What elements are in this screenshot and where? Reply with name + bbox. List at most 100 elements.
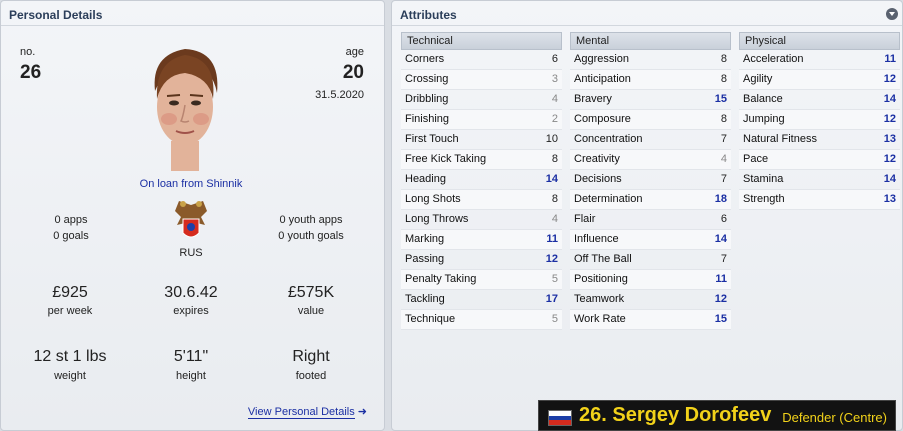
attribute-name: Passing [405, 253, 445, 265]
attribute-value: 18 [714, 193, 727, 205]
attribute-value: 4 [720, 153, 727, 165]
attribute-row[interactable]: Corners 6 [401, 50, 562, 70]
attribute-value: 14 [883, 173, 896, 185]
attribute-name: Free Kick Taking [405, 153, 487, 165]
contract-expiry-value: 30.6.42 [164, 284, 218, 301]
attribute-name: Long Throws [405, 213, 469, 225]
attribute-row[interactable]: Work Rate 15 [570, 310, 731, 330]
attribute-name: Marking [405, 233, 445, 245]
attribute-row[interactable]: Long Throws 4 [401, 210, 562, 230]
attribute-name: Stamina [743, 173, 784, 185]
attribute-row[interactable]: Determination 18 [570, 190, 731, 210]
apps-value: 0 apps [54, 214, 88, 226]
attribute-row[interactable]: Positioning 11 [570, 270, 731, 290]
attribute-name: Pace [743, 153, 769, 165]
height-label: height [176, 370, 206, 382]
attribute-name: Influence [574, 233, 619, 245]
attribute-row[interactable]: Marking 11 [401, 230, 562, 250]
attribute-name: Off The Ball [574, 253, 632, 265]
attribute-row[interactable]: Bravery 15 [570, 90, 731, 110]
attribute-name: Teamwork [574, 293, 625, 305]
attribute-name: Concentration [574, 133, 643, 145]
attribute-row[interactable]: Jumping 12 [739, 110, 900, 130]
weight-label: weight [54, 370, 86, 382]
attribute-row[interactable]: Penalty Taking 5 [401, 270, 562, 290]
attribute-value: 4 [551, 213, 558, 225]
attribute-name: Tackling [405, 293, 445, 305]
attribute-row[interactable]: Crossing 3 [401, 70, 562, 90]
attribute-row[interactable]: Dribbling 4 [401, 90, 562, 110]
attribute-row[interactable]: Strength 13 [739, 190, 900, 210]
collapse-menu-icon[interactable] [886, 8, 898, 20]
view-personal-details-label[interactable]: View Personal Details [247, 406, 355, 419]
attribute-row[interactable]: Concentration 7 [570, 130, 731, 150]
nation-code: RUS [179, 247, 203, 259]
attribute-row[interactable]: Heading 14 [401, 170, 562, 190]
attribute-row[interactable]: Balance 14 [739, 90, 900, 110]
attribute-row[interactable]: Anticipation 8 [570, 70, 731, 90]
attribute-row[interactable]: Free Kick Taking 8 [401, 150, 562, 170]
personal-details-panel: Personal Details no. 26 age 20 31.5.2020… [0, 0, 385, 431]
player-position: Defender (Centre) [782, 410, 887, 425]
attribute-row[interactable]: Passing 12 [401, 250, 562, 270]
attribute-row[interactable]: Long Shots 8 [401, 190, 562, 210]
attribute-row[interactable]: Acceleration 11 [739, 50, 900, 70]
attribute-row[interactable]: Natural Fitness 13 [739, 130, 900, 150]
loan-club-link[interactable]: On loan from Shinnik [140, 178, 243, 190]
attribute-value: 12 [883, 113, 896, 125]
attribute-value: 12 [883, 153, 896, 165]
goals-value: 0 goals [53, 230, 89, 242]
attribute-row[interactable]: Finishing 2 [401, 110, 562, 130]
attribute-name: Agility [743, 73, 773, 85]
attribute-row[interactable]: Composure 8 [570, 110, 731, 130]
divider [1, 25, 384, 26]
attribute-row[interactable]: First Touch 10 [401, 130, 562, 150]
attribute-value: 6 [551, 53, 558, 65]
attribute-name: Finishing [405, 113, 450, 125]
attribute-value: 14 [714, 233, 727, 245]
attribute-value: 12 [545, 253, 558, 265]
attribute-name: Positioning [574, 273, 628, 285]
attribute-row[interactable]: Technique 5 [401, 310, 562, 330]
arrow-right-icon[interactable]: ➜ [358, 406, 367, 418]
attribute-row[interactable]: Pace 12 [739, 150, 900, 170]
attribute-value: 11 [715, 273, 727, 285]
age-label: age [345, 46, 364, 58]
attribute-value: 4 [551, 93, 558, 105]
attribute-row[interactable]: Stamina 14 [739, 170, 900, 190]
attribute-row[interactable]: Influence 14 [570, 230, 731, 250]
attribute-row[interactable]: Off The Ball 7 [570, 250, 731, 270]
attribute-row[interactable]: Aggression 8 [570, 50, 731, 70]
attribute-value: 11 [884, 53, 896, 65]
attribute-value: 12 [883, 73, 896, 85]
view-personal-details-link[interactable]: View Personal Details ➜ [247, 405, 367, 419]
physical-header: Physical [739, 32, 900, 50]
attribute-name: Anticipation [574, 73, 631, 85]
attribute-row[interactable]: Flair 6 [570, 210, 731, 230]
attribute-name: Crossing [405, 73, 449, 85]
attribute-row[interactable]: Teamwork 12 [570, 290, 731, 310]
technical-header: Technical [401, 32, 562, 50]
attribute-name: Decisions [574, 173, 622, 185]
attribute-row[interactable]: Creativity 4 [570, 150, 731, 170]
attribute-value: 7 [720, 173, 727, 185]
attribute-value: 12 [714, 293, 727, 305]
attribute-value: 14 [883, 93, 896, 105]
national-team-crest-icon [175, 201, 207, 238]
attribute-row[interactable]: Decisions 7 [570, 170, 731, 190]
attribute-name: Penalty Taking [405, 273, 477, 285]
attribute-value: 2 [551, 113, 558, 125]
attributes-title: Attributes [400, 8, 457, 22]
youth-goals-value: 0 youth goals [278, 230, 344, 242]
attribute-value: 3 [551, 73, 558, 85]
attribute-row[interactable]: Tackling 17 [401, 290, 562, 310]
attribute-row[interactable]: Agility 12 [739, 70, 900, 90]
attribute-name: Corners [405, 53, 445, 65]
attribute-name: Technique [405, 313, 456, 325]
loan-info[interactable]: On loan from Shinnik [111, 178, 271, 190]
player-name-bar: 26. Sergey Dorofeev Defender (Centre) [538, 400, 896, 431]
attribute-name: Composure [574, 113, 631, 125]
contract-expiry-label: expires [173, 305, 209, 317]
attribute-value: 8 [720, 53, 727, 65]
attribute-value: 13 [883, 133, 896, 145]
